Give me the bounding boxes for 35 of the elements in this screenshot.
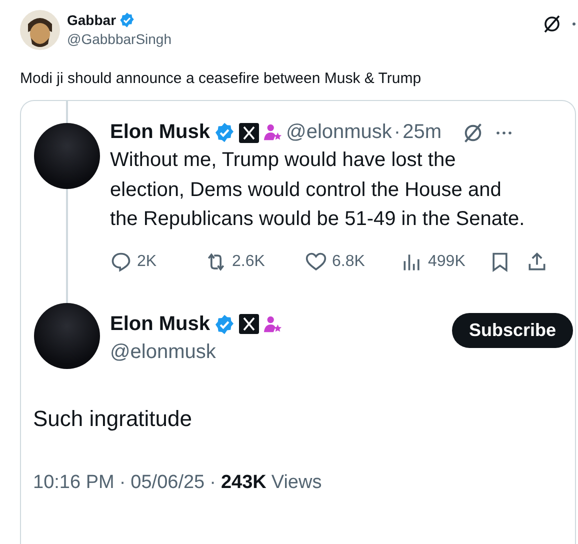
square-x-icon <box>239 122 260 142</box>
separator: · <box>119 472 126 494</box>
avatar-drawing[interactable] <box>20 10 60 50</box>
author-name: Elon Musk <box>110 312 210 336</box>
post-time: 25m <box>402 121 442 144</box>
post-text: Modi ji should announce a ceasefire between Musk & Trump <box>20 70 422 87</box>
post-date: 05/06/25 <box>130 472 205 494</box>
square-x-icon <box>239 314 260 334</box>
stat-count: 6.8K <box>332 252 365 270</box>
subscribe-button: Subscribe <box>452 312 573 348</box>
views-label: Views <box>271 472 322 494</box>
post-time: 10:16 PM <box>33 472 114 494</box>
stat-count: 2.6K <box>232 252 265 270</box>
stat-count: 2K <box>137 252 157 270</box>
author-name[interactable]: Gabbar <box>67 12 116 28</box>
share-icon <box>526 250 548 272</box>
stat-count: 499K <box>428 252 466 270</box>
separator: · <box>210 472 216 494</box>
separator: · <box>394 121 401 144</box>
attached-screenshot[interactable] <box>20 100 576 544</box>
slashed-circle-icon <box>462 122 484 144</box>
person-star-icon <box>263 123 282 142</box>
quoted-post-text: Without me, Trump would have lost the election, Dems would control the House and the Republicans would be 51-49 in the Senate. <box>110 148 526 232</box>
speech-bubble-icon <box>110 250 132 272</box>
heart-icon <box>305 250 327 272</box>
author-handle: @elonmusk <box>110 340 217 364</box>
reply-post-text: Such ingratitude <box>33 406 193 432</box>
repost-icon <box>205 250 227 272</box>
author-handle[interactable]: @GabbbarSingh <box>67 31 172 47</box>
author-name: Elon Musk <box>110 121 210 144</box>
person-star-icon <box>263 314 282 334</box>
slashed-circle-icon[interactable] <box>542 14 562 34</box>
view-count: 243K <box>220 472 266 494</box>
author-handle: @elonmusk <box>286 121 392 144</box>
more-icon <box>496 130 512 134</box>
